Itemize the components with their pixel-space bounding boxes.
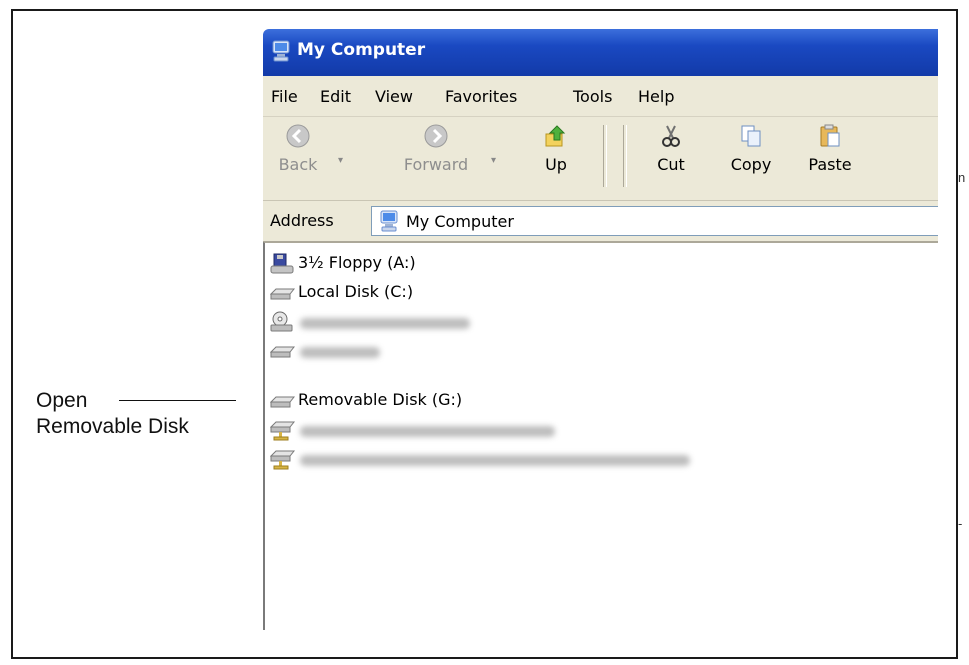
address-value: My Computer (406, 212, 514, 231)
callout-line-1: Open (36, 389, 88, 412)
my-computer-icon (380, 210, 398, 232)
floppy-drive-icon (270, 253, 294, 274)
menu-file[interactable]: File (271, 87, 298, 106)
up-folder-icon (545, 125, 566, 147)
menu-help[interactable]: Help (638, 87, 674, 106)
address-field[interactable]: My Computer (371, 206, 938, 236)
cut-label: Cut (657, 155, 685, 174)
back-button[interactable]: Back (268, 123, 328, 195)
hard-disk-icon (270, 288, 296, 300)
drive-label: Local Disk (C:) (298, 282, 414, 301)
obscured-drive-label (300, 347, 380, 358)
callout-line-2: Removable Disk (36, 415, 189, 438)
back-label: Back (278, 155, 318, 174)
drive-label: Removable Disk (G:) (298, 390, 463, 409)
network-drive-icon (270, 450, 296, 470)
stray-mark: - (958, 516, 963, 531)
obscured-drive-label (300, 455, 690, 466)
scissors-icon (662, 125, 680, 147)
forward-label: Forward (403, 155, 469, 174)
obscured-drive-label (300, 318, 470, 329)
up-button[interactable]: Up (531, 123, 581, 195)
paste-label: Paste (808, 155, 852, 174)
menu-edit[interactable]: Edit (320, 87, 351, 106)
address-bar: Address My Computer (263, 201, 938, 242)
toolbar-separator (623, 125, 627, 187)
copy-icon (741, 125, 761, 147)
callout-leader-line (119, 400, 236, 401)
menu-view[interactable]: View (375, 87, 413, 106)
removable-disk-icon (270, 396, 296, 408)
back-arrow-icon (286, 124, 310, 148)
hard-disk-icon (270, 346, 296, 358)
forward-arrow-icon (424, 124, 448, 148)
menu-tools[interactable]: Tools (573, 87, 612, 106)
my-computer-icon (272, 40, 290, 62)
explorer-window: My Computer File Edit View Favorites Too… (258, 29, 938, 630)
paste-button[interactable]: Paste (800, 123, 860, 195)
back-dropdown-icon[interactable]: ▾ (338, 155, 343, 166)
paste-clipboard-icon (820, 124, 840, 147)
obscured-drive-label (300, 426, 555, 437)
network-drive-icon (270, 421, 296, 441)
forward-button[interactable]: Forward (391, 123, 481, 195)
address-label: Address (270, 211, 334, 230)
up-label: Up (545, 155, 567, 174)
stray-mark: n (958, 170, 966, 185)
cd-drive-icon (270, 311, 293, 332)
menu-bar: File Edit View Favorites Tools Help (263, 76, 938, 117)
forward-dropdown-icon[interactable]: ▾ (491, 155, 496, 166)
copy-button[interactable]: Copy (721, 123, 781, 195)
toolbar-separator (603, 125, 607, 187)
menu-favorites[interactable]: Favorites (445, 87, 517, 106)
drive-list: 3½ Floppy (A:) Local Disk (C:) Removable… (263, 242, 938, 630)
copy-label: Copy (730, 155, 772, 174)
callout-text: Open Removable Disk (36, 388, 189, 440)
toolbar: Back ▾ Forward ▾ Up Cut Copy Paste (263, 117, 938, 201)
drive-label: 3½ Floppy (A:) (298, 253, 416, 272)
title-bar[interactable]: My Computer (263, 29, 938, 76)
cut-button[interactable]: Cut (646, 123, 696, 195)
window-title: My Computer (297, 40, 426, 60)
